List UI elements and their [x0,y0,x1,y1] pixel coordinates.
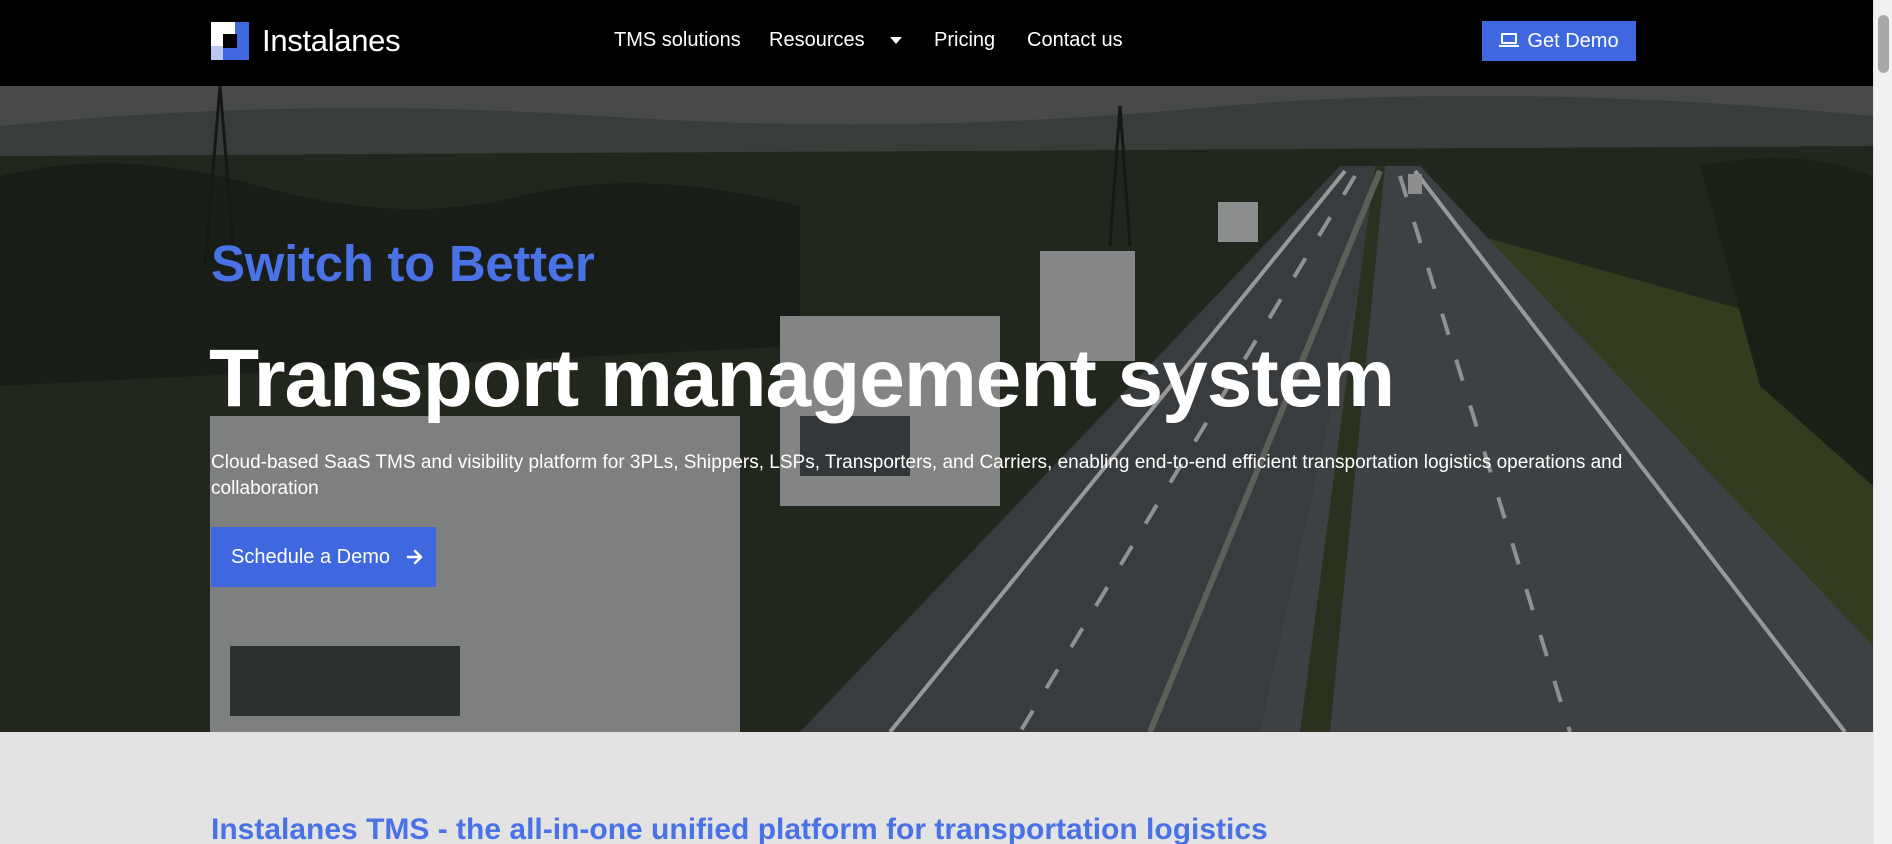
get-demo-label: Get Demo [1527,29,1619,52]
nav-pricing[interactable]: Pricing [934,29,995,52]
nav-tms-solutions[interactable]: TMS solutions [614,29,741,52]
chevron-down-icon[interactable] [889,37,902,44]
section-heading: Instalanes TMS - the all-in-one unified … [211,813,1268,844]
top-navbar: Instalanes TMS solutions Resources Prici… [0,0,1873,86]
nav-contact-us[interactable]: Contact us [1027,29,1123,52]
hero-title: Transport management system [209,333,1395,424]
get-demo-button[interactable]: Get Demo [1482,21,1636,61]
arrow-right-icon [406,549,423,565]
brand-name: Instalanes [262,23,401,58]
scrollbar-thumb[interactable] [1878,15,1889,73]
nav-resources-label: Resources [769,29,865,51]
hero-kicker: Switch to Better [211,235,595,292]
nav-resources[interactable]: Resources [769,29,902,52]
brand-logo[interactable]: Instalanes [211,22,401,60]
page-scrollbar[interactable] [1873,0,1892,844]
logo-icon [211,22,249,60]
laptop-icon [1499,33,1520,49]
hero-description: Cloud-based SaaS TMS and visibility plat… [211,452,1623,499]
hero-section: Switch to Better Transport management sy… [0,86,1873,732]
schedule-demo-label: Schedule a Demo [231,545,390,568]
schedule-demo-button[interactable]: Schedule a Demo [211,527,436,587]
